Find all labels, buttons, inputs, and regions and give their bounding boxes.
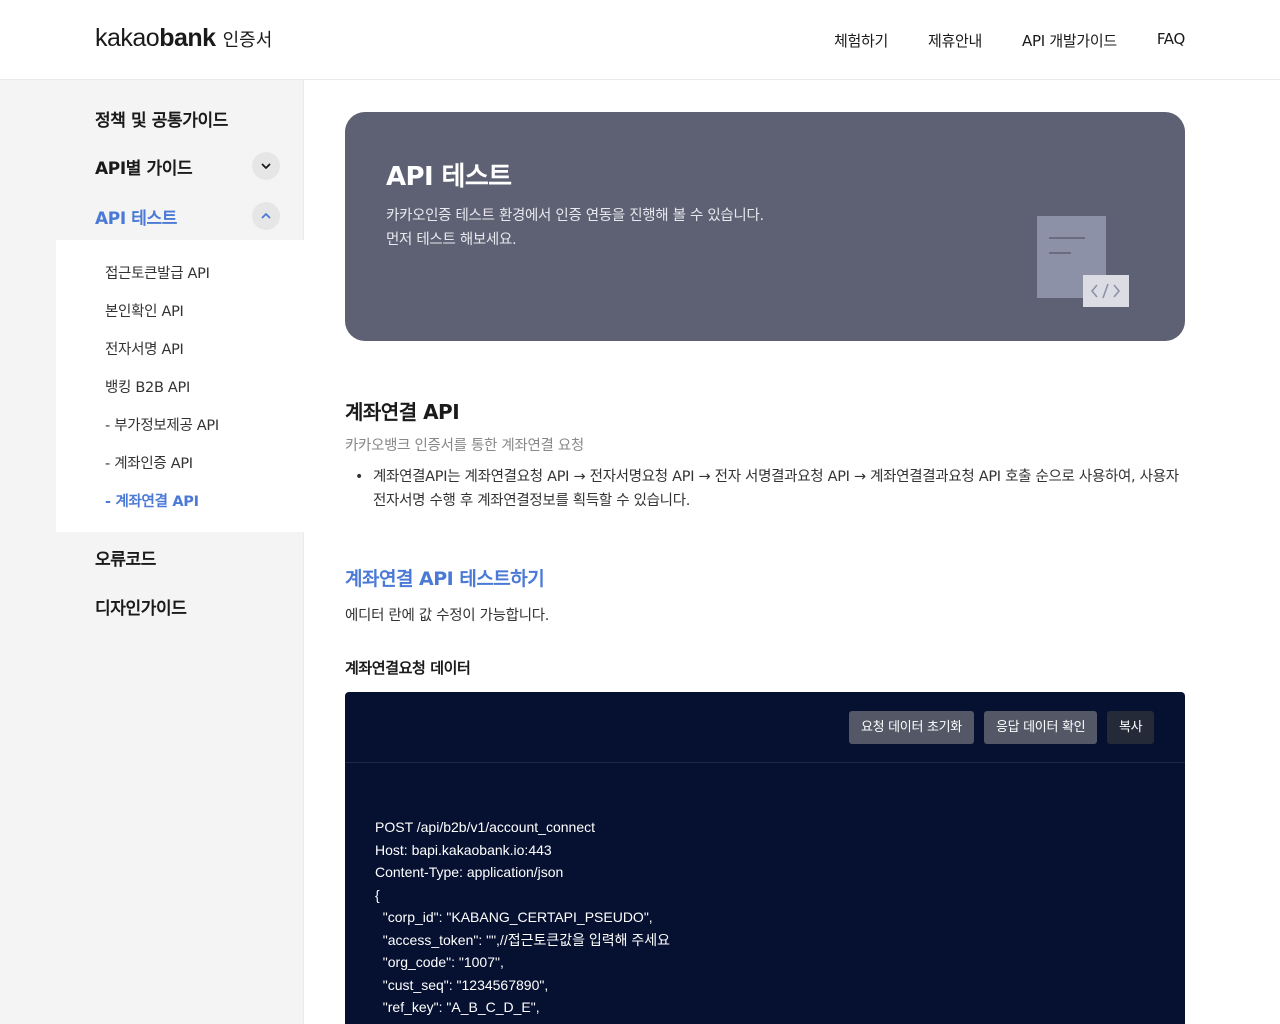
request-data-label: 계좌연결요청 데이터 — [345, 659, 471, 677]
sidebar-item-api-guide[interactable]: API별 가이드 — [95, 152, 280, 180]
sidebar-item-label: 디자인가이드 — [95, 599, 187, 619]
sidebar-sub-account-connect[interactable]: - 계좌연결 API — [105, 490, 199, 511]
site-header: kakao bank 인증서 체험하기 제휴안내 API 개발가이드 FAQ — [0, 0, 1280, 80]
hero-banner: API 테스트 카카오인증 테스트 환경에서 인증 연동을 진행해 볼 수 있습… — [345, 112, 1185, 341]
kakaobank-logo[interactable]: kakao bank 인증서 — [95, 24, 272, 53]
sidebar-item-label: API 테스트 — [95, 208, 177, 229]
section-subtitle: 카카오뱅크 인증서를 통한 계좌연결 요청 — [345, 438, 584, 454]
sidebar-item-policy[interactable]: 정책 및 공통가이드 — [95, 106, 280, 131]
code-line: "corp_id": "KABANG_CERTAPI_PSEUDO", — [375, 909, 653, 925]
logo-text-kakao: kakao — [95, 24, 160, 52]
test-section-title: 계좌연결 API 테스트하기 — [345, 568, 545, 590]
chevron-down-icon[interactable] — [252, 152, 280, 180]
sidebar-item-label: API별 가이드 — [95, 158, 193, 179]
hero-desc-line2: 먼저 테스트 해보세요. — [386, 232, 517, 248]
code-line: "ref_key": "A_B_C_D_E", — [375, 999, 540, 1015]
nav-faq[interactable]: FAQ — [1157, 30, 1185, 51]
sidebar-item-label: 오류코드 — [95, 550, 156, 570]
code-line: "access_token": "",//접근토큰값을 입력해 주세요 — [375, 931, 671, 948]
code-line: "org_code": "1007", — [375, 954, 504, 970]
hero-description: 카카오인증 테스트 환경에서 인증 연동을 진행해 볼 수 있습니다. 먼저 테… — [386, 204, 764, 252]
chevron-up-icon[interactable] — [252, 202, 280, 230]
code-line: Content-Type: application/json — [375, 864, 564, 880]
bullet-text: 계좌연결API는 계좌연결요청 API → 전자서명요청 API → 전자 서명… — [373, 469, 1179, 509]
logo-subtitle: 인증서 — [222, 30, 273, 51]
bullet-item: • 계좌연결API는 계좌연결요청 API → 전자서명요청 API → 전자 … — [355, 465, 1185, 513]
nav-experience[interactable]: 체험하기 — [834, 30, 888, 51]
nav-api-dev-guide[interactable]: API 개발가이드 — [1022, 30, 1117, 51]
code-line: POST /api/b2b/v1/account_connect — [375, 819, 595, 835]
bullet-dot-icon: • — [355, 469, 364, 485]
top-nav: 체험하기 제휴안내 API 개발가이드 FAQ — [834, 30, 1185, 51]
sidebar-sub-esign[interactable]: 전자서명 API — [105, 338, 184, 359]
code-editor[interactable]: 요청 데이터 초기화 응답 데이터 확인 복사 POST /api/b2b/v1… — [345, 692, 1185, 1024]
hero-desc-line1: 카카오인증 테스트 환경에서 인증 연동을 진행해 볼 수 있습니다. — [386, 208, 764, 224]
test-description: 에디터 란에 값 수정이 가능합니다. — [345, 608, 550, 624]
check-response-button[interactable]: 응답 데이터 확인 — [984, 711, 1098, 744]
sidebar-item-error-code[interactable]: 오류코드 — [95, 545, 280, 570]
sidebar: 정책 및 공통가이드 API별 가이드 API 테스트 접근토큰발급 API 본… — [0, 80, 304, 1024]
code-line: { — [375, 886, 380, 903]
sidebar-sub-account-auth[interactable]: - 계좌인증 API — [105, 452, 193, 473]
code-document-icon — [1037, 216, 1129, 307]
nav-partnership[interactable]: 제휴안내 — [928, 30, 982, 51]
sidebar-item-design-guide[interactable]: 디자인가이드 — [95, 594, 280, 619]
hero-title: API 테스트 — [386, 162, 512, 192]
sidebar-item-label: 정책 및 공통가이드 — [95, 111, 228, 131]
code-line: "cust_seq": "1234567890", — [375, 976, 549, 993]
logo-text-bank: bank — [159, 24, 216, 52]
sidebar-sub-banking-b2b[interactable]: 뱅킹 B2B API — [105, 376, 190, 397]
reset-request-button[interactable]: 요청 데이터 초기화 — [849, 711, 974, 744]
sidebar-sub-access-token[interactable]: 접근토큰발급 API — [105, 262, 210, 283]
code-line: Host: bapi.kakaobank.io:443 — [375, 841, 552, 858]
code-content[interactable]: POST /api/b2b/v1/account_connect Host: b… — [375, 816, 670, 1019]
sidebar-sub-extra-info[interactable]: - 부가정보제공 API — [105, 414, 219, 435]
sidebar-item-api-test[interactable]: API 테스트 — [95, 202, 280, 230]
editor-toolbar: 요청 데이터 초기화 응답 데이터 확인 복사 — [345, 692, 1185, 763]
section-title: 계좌연결 API — [345, 400, 460, 424]
sidebar-sub-identity[interactable]: 본인확인 API — [105, 300, 184, 321]
copy-button[interactable]: 복사 — [1107, 711, 1155, 744]
